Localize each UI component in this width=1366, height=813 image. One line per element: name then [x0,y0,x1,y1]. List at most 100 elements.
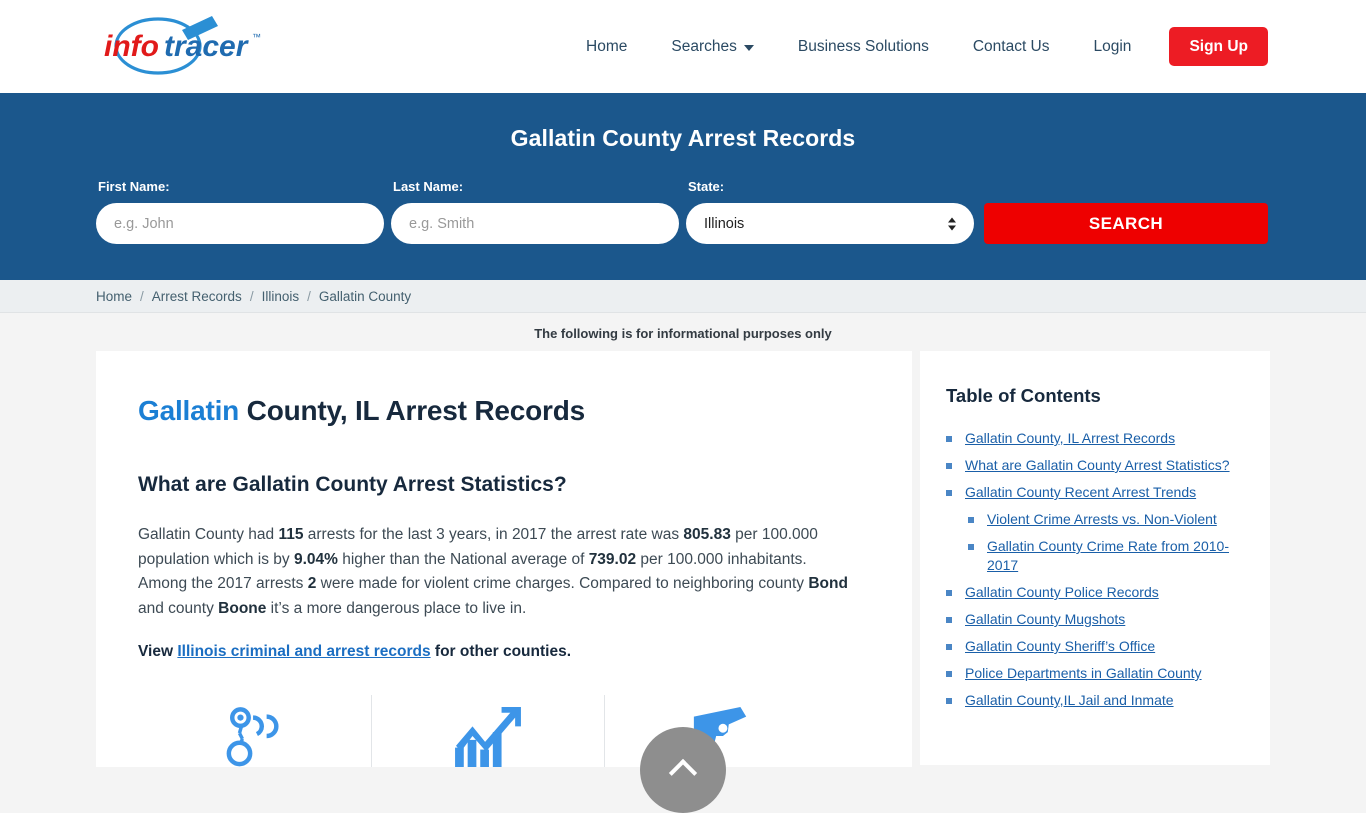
stat-national-average: 739.02 [588,550,637,568]
page-title-rest: County, IL Arrest Records [239,395,586,426]
section-heading-statistics: What are Gallatin County Arrest Statisti… [138,473,567,496]
toc-link-arrest-statistics[interactable]: What are Gallatin County Arrest Statisti… [965,456,1230,475]
para-text: higher than the National average of [337,550,589,568]
arrest-search-form: First Name: Last Name: State: Illinois S… [96,179,1270,244]
toc-link-police-records[interactable]: Gallatin County Police Records [965,583,1159,602]
breadcrumb-item-gallatin-county: Gallatin County [318,288,412,304]
page-title: Gallatin County, IL Arrest Records [138,395,870,427]
toc-item[interactable]: What are Gallatin County Arrest Statisti… [946,456,1244,475]
content-wrapper: Gallatin County, IL Arrest Records What … [0,351,1366,767]
nav-label: Login [1093,37,1132,55]
bullet-square-icon [946,644,952,650]
icon-cell-handcuffs [138,695,371,767]
nav-label: Business Solutions [797,37,929,55]
toc-item[interactable]: Gallatin County Mugshots [946,610,1244,629]
view-suffix: for other counties. [430,643,571,660]
scroll-to-top-button[interactable] [640,727,726,813]
state-select-shell: Illinois [686,203,974,244]
logo-graphic: info tracer ™ [104,16,261,75]
disclaimer-text: The following is for informational purpo… [0,313,1366,351]
last-name-input[interactable] [391,203,679,244]
search-button-group: SEARCH [984,203,1268,244]
statistic-icon-row [138,695,870,767]
breadcrumb-item-home[interactable]: Home [96,289,132,304]
breadcrumb-separator: / [249,288,254,304]
para-text: it’s a more dangerous place to live in. [266,599,527,617]
first-name-input[interactable] [96,203,384,244]
chevron-up-icon [668,758,698,788]
breadcrumb-separator: / [307,288,311,304]
toc-list: Gallatin County, IL Arrest Records What … [946,429,1244,710]
bullet-square-icon [968,544,974,550]
toc-link-recent-arrest-trends[interactable]: Gallatin County Recent Arrest Trends [965,483,1196,502]
breadcrumb: Home / Arrest Records / Illinois / Galla… [0,280,1366,313]
bullet-square-icon [946,617,952,623]
view-prefix: View [138,643,178,660]
nav-label: Contact Us [972,37,1050,55]
stat-arrest-rate: 805.83 [683,526,731,543]
toc-item[interactable]: Gallatin County,IL Jail and Inmate [946,691,1244,710]
toc-link-arrest-records[interactable]: Gallatin County, IL Arrest Records [965,429,1175,448]
nav-item-home[interactable]: Home [564,38,649,56]
toc-item[interactable]: Gallatin County, IL Arrest Records [946,429,1244,448]
view-records-line: View Illinois criminal and arrest record… [138,643,870,661]
table-of-contents-card: Table of Contents Gallatin County, IL Ar… [920,351,1270,765]
stat-percent-higher: 9.04% [293,550,338,568]
state-label: State: [688,179,725,194]
nav-item-contact-us[interactable]: Contact Us [951,38,1072,56]
para-text: were made for violent crime charges. Com… [316,575,809,592]
illinois-records-link[interactable]: Illinois criminal and arrest records [177,643,430,660]
para-text: Gallatin County had [138,526,279,543]
bullet-square-icon [946,698,952,704]
svg-text:info: info [104,30,159,63]
infotracer-logo[interactable]: info tracer ™ [96,8,276,80]
toc-item[interactable]: Violent Crime Arrests vs. Non-Violent [946,510,1244,529]
banner-title: Gallatin County Arrest Records [510,125,856,151]
last-name-label: Last Name: [393,179,464,194]
toc-link-police-departments[interactable]: Police Departments in Gallatin County [965,664,1202,683]
breadcrumb-item-illinois[interactable]: Illinois [262,289,300,304]
page-title-accent: Gallatin [138,395,240,426]
bullet-square-icon [946,490,952,496]
nav-item-login[interactable]: Login [1072,38,1154,56]
toc-link-crime-rate-2010-2017[interactable]: Gallatin County Crime Rate from 2010-201… [987,537,1244,575]
main-content-card: Gallatin County, IL Arrest Records What … [96,351,912,767]
search-button[interactable]: SEARCH [984,203,1268,244]
neighbor-county-boone: Boone [218,599,267,617]
first-name-label: First Name: [98,179,170,194]
last-name-field-group: Last Name: [391,179,679,244]
handcuffs-icon [226,707,279,767]
toc-item[interactable]: Gallatin County Sheriff’s Office [946,637,1244,656]
toc-link-sheriffs-office[interactable]: Gallatin County Sheriff’s Office [965,637,1155,656]
svg-text:™: ™ [252,32,261,42]
toc-item[interactable]: Gallatin County Police Records [946,583,1244,602]
bullet-square-icon [946,463,952,469]
sign-up-button[interactable]: Sign Up [1169,27,1268,66]
search-banner: Gallatin County Arrest Records First Nam… [0,93,1366,280]
icon-cell-trending-chart [371,695,604,767]
toc-item[interactable]: Police Departments in Gallatin County [946,664,1244,683]
bullet-square-icon [946,590,952,596]
main-navigation: Home Searches Business Solutions Contact… [564,0,1268,93]
breadcrumb-item-arrest-records[interactable]: Arrest Records [152,289,242,304]
toc-item[interactable]: Gallatin County Recent Arrest Trends [946,483,1244,502]
nav-item-business-solutions[interactable]: Business Solutions [776,38,951,56]
toc-link-jail-and-inmate[interactable]: Gallatin County,IL Jail and Inmate [965,691,1174,710]
toc-link-mugshots[interactable]: Gallatin County Mugshots [965,610,1125,629]
chevron-down-icon [743,44,754,51]
toc-link-violent-vs-nonviolent[interactable]: Violent Crime Arrests vs. Non-Violent [987,510,1217,529]
nav-item-searches[interactable]: Searches [649,38,775,56]
first-name-field-group: First Name: [96,179,384,244]
bullet-square-icon [946,671,952,677]
trending-chart-icon [455,706,521,767]
bullet-square-icon [946,436,952,442]
para-text: arrests for the last 3 years, in 2017 th… [303,526,684,543]
breadcrumb-separator: / [140,288,144,304]
toc-item[interactable]: Gallatin County Crime Rate from 2010-201… [946,537,1244,575]
svg-text:tracer: tracer [164,30,250,63]
para-text: and county [138,599,219,617]
state-select[interactable]: Illinois [686,203,974,244]
toc-title: Table of Contents [946,385,1101,406]
nav-label: Searches [671,37,737,55]
stat-arrest-count: 115 [278,526,304,543]
